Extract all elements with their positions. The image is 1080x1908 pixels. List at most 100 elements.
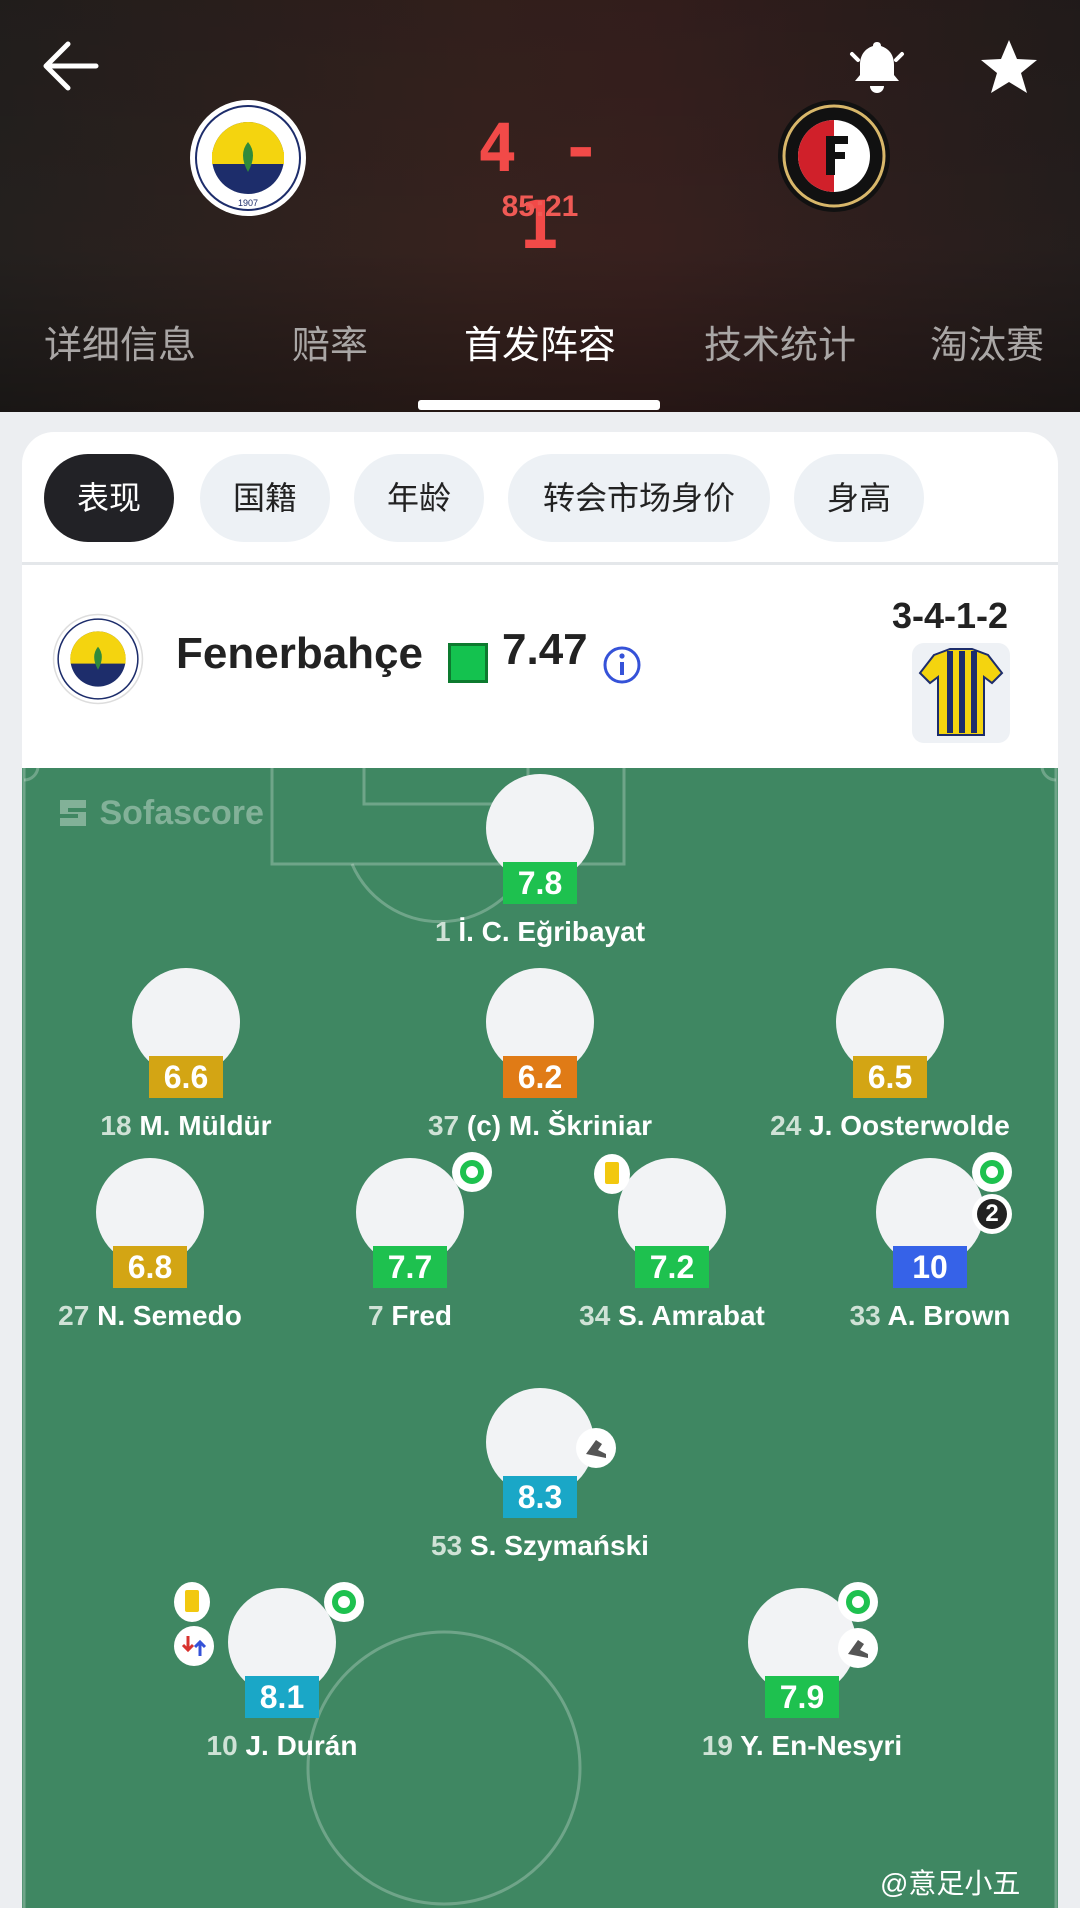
- weibo-watermark: @意足小五: [880, 1868, 1021, 1899]
- lineup-card: 表现 国籍 年龄 转会市场身价 身高 Fenerbahçe 7.47 3-4-1…: [22, 432, 1058, 1908]
- player-name: S. Amrabat: [618, 1300, 765, 1331]
- player-photo: 6.2: [486, 968, 594, 1098]
- team-kit-icon: [912, 643, 1010, 743]
- chip-height[interactable]: 身高: [794, 454, 924, 542]
- substitution-icon: [174, 1626, 214, 1666]
- assist-boot-icon: [838, 1628, 878, 1668]
- player-rating: 7.9: [765, 1676, 839, 1718]
- yellow-card-icon: [594, 1154, 630, 1194]
- player-name-line: 18 M. Müldür: [56, 1110, 316, 1142]
- sofascore-watermark: Sofascore: [56, 794, 264, 833]
- player-name: M. Müldür: [139, 1110, 272, 1141]
- player-number: 18: [100, 1110, 132, 1141]
- away-team-crest[interactable]: [776, 98, 892, 214]
- player-name-line: 19 Y. En-Nesyri: [672, 1730, 932, 1762]
- pitch: Sofascore 7.8 1 İ. C. Eğribayat 6.6 18 M…: [22, 768, 1058, 1908]
- player-card[interactable]: 6.5 24 J. Oosterwolde: [760, 968, 1020, 1142]
- player-name: J. Oosterwolde: [809, 1110, 1010, 1141]
- player-number: 27: [58, 1300, 90, 1331]
- player-rating: 10: [893, 1246, 967, 1288]
- player-card[interactable]: 7.2 34 S. Amrabat: [542, 1154, 802, 1332]
- goal-icon: [972, 1152, 1012, 1192]
- player-card[interactable]: 2 10 33 A. Brown: [800, 1152, 1058, 1332]
- svg-text:1907: 1907: [238, 198, 258, 208]
- player-name-line: 34 S. Amrabat: [542, 1300, 802, 1332]
- player-name-line: 10 J. Durán: [152, 1730, 412, 1762]
- player-number: 33: [849, 1300, 881, 1331]
- player-photo: 7.2: [594, 1154, 726, 1288]
- chip-nationality[interactable]: 国籍: [200, 454, 330, 542]
- player-photo: 2 10: [876, 1152, 1012, 1288]
- player-number: 1: [434, 916, 451, 947]
- formation: 3-4-1-2: [892, 595, 1009, 636]
- player-rating: 8.1: [245, 1676, 319, 1718]
- player-name: İ. C. Eğribayat: [458, 916, 646, 947]
- player-name-line: 27 N. Semedo: [22, 1300, 280, 1332]
- player-card[interactable]: 6.2 37 (c) M. Škriniar: [410, 968, 670, 1142]
- match-tabs: 详细信息 赔率 首发阵容 技术统计 淘汰赛: [0, 318, 1080, 412]
- player-photo: 8.3: [486, 1388, 616, 1518]
- player-photo: 6.5: [836, 968, 944, 1098]
- player-name-line: 1 İ. C. Eğribayat: [410, 916, 670, 948]
- player-name-line: 7 Fred: [280, 1300, 540, 1332]
- player-photo: 7.9: [748, 1582, 878, 1718]
- player-name-line: 37 (c) M. Škriniar: [410, 1110, 670, 1142]
- watermark-text: Sofascore: [99, 794, 264, 832]
- back-arrow-icon[interactable]: [36, 36, 106, 96]
- tab-odds[interactable]: 赔率: [270, 318, 390, 378]
- player-number: 53: [431, 1530, 463, 1561]
- goal-icon: [324, 1582, 364, 1622]
- chip-performance[interactable]: 表现: [44, 454, 174, 542]
- tab-knockout[interactable]: 淘汰赛: [930, 318, 1080, 378]
- player-rating: 6.8: [113, 1246, 187, 1288]
- tab-statistics[interactable]: 技术统计: [690, 318, 870, 378]
- player-name: A. Brown: [887, 1300, 1011, 1331]
- player-rating: 6.6: [149, 1056, 223, 1098]
- player-name-line: 33 A. Brown: [800, 1300, 1058, 1332]
- player-photo: 6.6: [132, 968, 240, 1098]
- chip-market-value[interactable]: 转会市场身价: [508, 454, 770, 542]
- chip-age[interactable]: 年龄: [354, 454, 484, 542]
- player-number: 37: [427, 1110, 460, 1141]
- match-header: 1907 4 - 1 85:21 详细信息 赔率 首发阵容 技术统计 淘汰赛: [0, 0, 1080, 412]
- player-photo: 6.8: [96, 1158, 204, 1288]
- player-name: N. Semedo: [97, 1300, 242, 1331]
- player-name-line: 24 J. Oosterwolde: [760, 1110, 1020, 1142]
- player-rating: 6.5: [853, 1056, 927, 1098]
- player-card[interactable]: 7.8 1 İ. C. Eğribayat: [410, 774, 670, 948]
- player-name: J. Durán: [245, 1730, 358, 1761]
- player-card[interactable]: 7.7 7 Fred: [280, 1152, 540, 1332]
- player-rating: 7.2: [635, 1246, 709, 1288]
- yellow-card-icon: [174, 1582, 210, 1622]
- player-rating: 8.3: [503, 1476, 577, 1518]
- team-summary: Fenerbahçe 7.47 3-4-1-2: [22, 565, 1058, 765]
- player-card[interactable]: 8.1 10 J. Durán: [152, 1582, 412, 1762]
- player-name: (c) M. Škriniar: [466, 1110, 653, 1141]
- goal-icon: [838, 1582, 878, 1622]
- player-number: 19: [701, 1730, 733, 1761]
- goal-count-badge: 2: [972, 1194, 1012, 1234]
- player-number: 24: [770, 1110, 802, 1141]
- player-rating: 6.2: [503, 1056, 577, 1098]
- info-icon[interactable]: [602, 645, 642, 685]
- team-rating-color-box: [448, 643, 488, 683]
- tab-details[interactable]: 详细信息: [30, 318, 210, 378]
- player-card[interactable]: 6.6 18 M. Müldür: [56, 968, 316, 1142]
- bell-icon[interactable]: [844, 34, 910, 100]
- home-team-crest[interactable]: 1907: [188, 98, 308, 218]
- goal-count: 2: [985, 1200, 999, 1227]
- team-average-rating: 7.47: [502, 625, 588, 674]
- player-rating: 7.7: [373, 1246, 447, 1288]
- goal-icon: [452, 1152, 492, 1192]
- player-photo: 7.7: [356, 1152, 492, 1288]
- player-card[interactable]: 7.9 19 Y. En-Nesyri: [672, 1582, 932, 1762]
- player-card[interactable]: 8.3 53 S. Szymański: [410, 1388, 670, 1562]
- player-card[interactable]: 6.8 27 N. Semedo: [22, 1158, 280, 1332]
- active-tab-indicator: [418, 400, 660, 410]
- tab-lineups[interactable]: 首发阵容: [440, 318, 640, 378]
- match-clock: 85:21: [501, 190, 579, 223]
- player-number: 34: [579, 1300, 611, 1331]
- team-name: Fenerbahçe: [176, 629, 423, 678]
- star-icon[interactable]: [976, 34, 1042, 100]
- player-number: 10: [206, 1730, 238, 1761]
